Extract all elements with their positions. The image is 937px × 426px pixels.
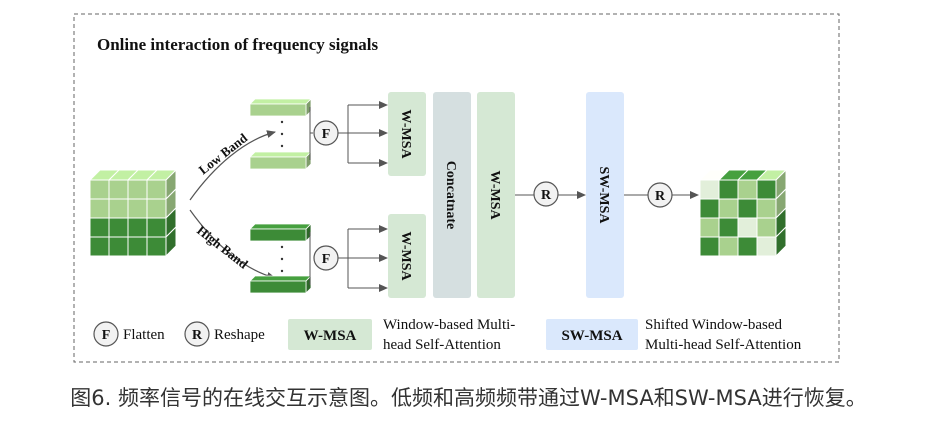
input-cube-front-cell <box>146 198 167 219</box>
low-token-bar-top <box>249 98 312 105</box>
reshape-op-2-symbol: R <box>655 189 666 204</box>
frequency-interaction-diagram: Online interaction of frequency signals … <box>73 13 840 363</box>
legend-flatten-symbol: F <box>102 328 111 343</box>
legend-reshape-label: Reshape <box>214 327 265 343</box>
input-cube-front-cell <box>146 179 167 200</box>
input-cube-front-cell <box>108 198 129 219</box>
output-cube-front-cell <box>718 217 739 238</box>
high-band-curve <box>189 209 276 280</box>
input-cube-front-cell <box>108 236 129 257</box>
low-ellipsis-dot <box>280 120 284 124</box>
high-band-tokens <box>249 223 312 294</box>
wmsa-block-low-label: W-MSA <box>398 109 413 159</box>
diagram-title: Online interaction of frequency signals <box>97 35 379 54</box>
low-band-tokens <box>249 98 312 170</box>
high-ellipsis-dot <box>280 245 284 249</box>
low-token-bar-top <box>249 151 312 158</box>
low-ellipsis-dot <box>280 144 284 148</box>
wmsa-block-mid-label: W-MSA <box>487 170 502 220</box>
reshape-op-1-symbol: R <box>541 188 552 203</box>
output-cube-front-cell <box>756 236 777 257</box>
input-cube-front-cell <box>146 217 167 238</box>
output-cube-front-cell <box>718 179 739 200</box>
input-cube-front-cell <box>127 179 148 200</box>
low-token-bar <box>249 103 307 117</box>
high-fanout <box>338 229 349 288</box>
output-cube-front-cell <box>718 236 739 257</box>
input-cube-front-cell <box>89 198 110 219</box>
high-token-bar <box>249 228 307 242</box>
low-token-bar <box>249 156 307 170</box>
input-cube <box>88 168 178 258</box>
legend-swmsa-desc-2: Multi-head Self-Attention <box>645 337 802 353</box>
low-fanout <box>338 105 349 163</box>
input-cube-front-cell <box>108 217 129 238</box>
output-cube-front-cell <box>737 198 758 219</box>
flatten-op-high-symbol: F <box>322 252 331 267</box>
output-cube-front-cell <box>699 236 720 257</box>
output-cube-front-cell <box>737 236 758 257</box>
high-token-bar-top <box>249 223 312 230</box>
input-cube-front-cell <box>89 236 110 257</box>
high-ellipsis-dot <box>280 269 284 273</box>
concatenate-block-label: Concatnate <box>443 161 458 229</box>
output-cube-front-cell <box>756 179 777 200</box>
output-cube-front-cell <box>737 179 758 200</box>
input-cube-front-cell <box>127 198 148 219</box>
input-cube-front-cell <box>127 217 148 238</box>
output-cube-front-cell <box>737 217 758 238</box>
input-cube-front-cell <box>146 236 167 257</box>
legend-wmsa-desc-1: Window-based Multi- <box>383 317 515 333</box>
legend-wmsa-label: W-MSA <box>304 328 357 344</box>
input-cube-front-cell <box>108 179 129 200</box>
flatten-op-low-symbol: F <box>322 127 331 142</box>
output-cube-front-cell <box>699 179 720 200</box>
output-cube-front-cell <box>718 198 739 219</box>
swmsa-block-label: SW-MSA <box>596 166 611 224</box>
output-cube <box>698 168 788 258</box>
output-cube-front-cell <box>756 198 777 219</box>
legend-swmsa-desc-1: Shifted Window-based <box>645 317 783 333</box>
output-cube-front-cell <box>756 217 777 238</box>
high-token-bar-top <box>249 275 312 282</box>
input-cube-front-cell <box>89 217 110 238</box>
high-ellipsis-dot <box>280 257 284 261</box>
output-cube-front-cell <box>699 217 720 238</box>
high-band-label: High Band <box>194 223 251 272</box>
input-cube-front-cell <box>127 236 148 257</box>
wmsa-block-high-label: W-MSA <box>398 231 413 281</box>
legend-swmsa-label: SW-MSA <box>561 328 622 344</box>
figure-caption: 图6. 频率信号的在线交互示意图。低频和高频频带通过W-MSA和SW-MSA进行… <box>70 386 867 410</box>
low-band-label: Low Band <box>196 130 251 178</box>
legend-wmsa-desc-2: head Self-Attention <box>383 337 501 353</box>
input-cube-front-cell <box>89 179 110 200</box>
legend-flatten-label: Flatten <box>123 327 165 343</box>
high-token-bar <box>249 280 307 294</box>
legend-reshape-symbol: R <box>192 328 203 343</box>
low-ellipsis-dot <box>280 132 284 136</box>
output-cube-front-cell <box>699 198 720 219</box>
